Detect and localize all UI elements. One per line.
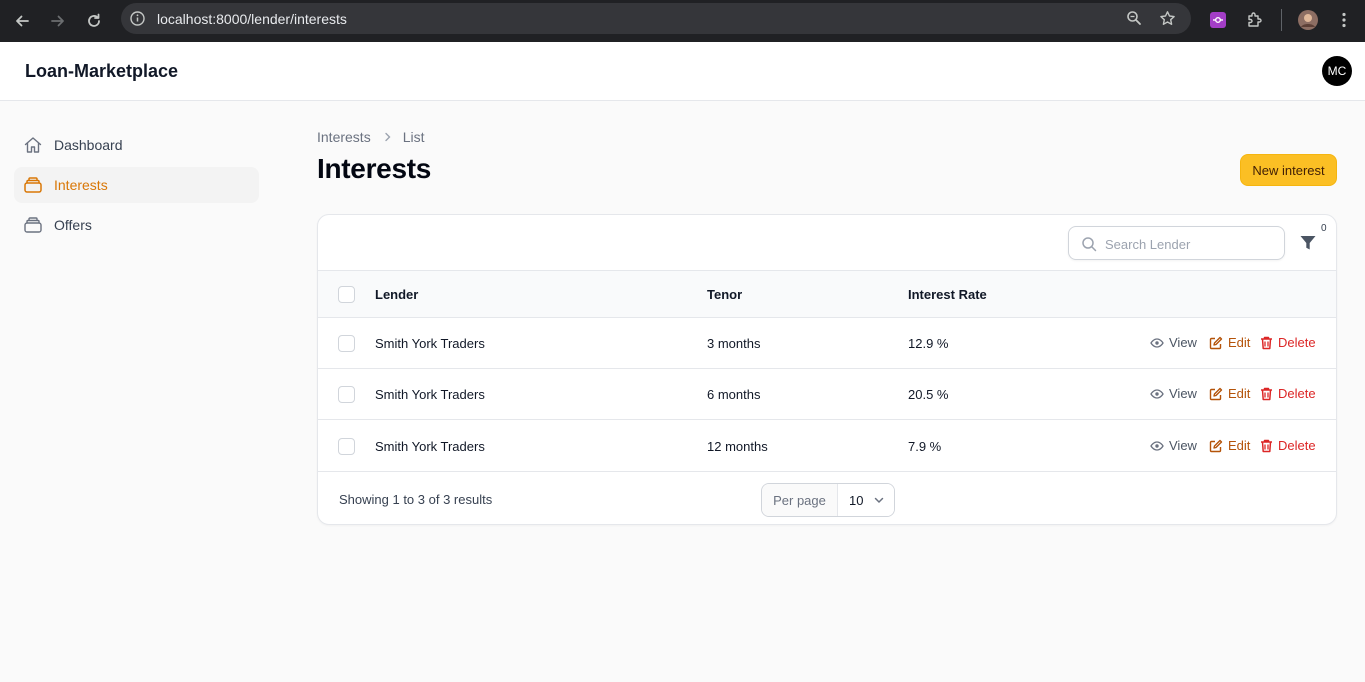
trash-icon	[1260, 439, 1273, 453]
rate-cell: 20.5 %	[908, 387, 949, 402]
eye-icon	[1150, 387, 1164, 401]
edit-label: Edit	[1228, 438, 1251, 453]
sidebar-item-label: Interests	[54, 177, 108, 193]
user-avatar[interactable]: MC	[1322, 56, 1352, 86]
table-row: Smith York Traders 12 months 7.9 % View …	[318, 420, 1336, 472]
interests-table-card: 0 Lender Tenor Interest Rate Smith York …	[317, 214, 1337, 525]
table-row: Smith York Traders 3 months 12.9 % View …	[318, 318, 1336, 369]
sidebar-item-dashboard[interactable]: Dashboard	[14, 127, 259, 163]
toolbar-divider	[1281, 9, 1282, 31]
breadcrumb: Interests List	[317, 129, 425, 145]
forward-icon[interactable]	[46, 9, 70, 33]
extensions-puzzle-icon[interactable]	[1244, 9, 1266, 31]
site-info-icon[interactable]	[129, 10, 146, 32]
rate-cell: 7.9 %	[908, 439, 942, 454]
column-header-interest-rate[interactable]: Interest Rate	[908, 287, 987, 302]
browser-menu-icon[interactable]	[1333, 9, 1355, 31]
view-button[interactable]: View	[1150, 386, 1197, 401]
delete-button[interactable]: Delete	[1260, 438, 1316, 453]
view-label: View	[1169, 335, 1197, 350]
per-page-select[interactable]: Per page 10	[761, 483, 895, 517]
view-label: View	[1169, 438, 1197, 453]
table-row: Smith York Traders 6 months 20.5 % View …	[318, 369, 1336, 420]
search-input[interactable]	[1105, 234, 1275, 254]
row-checkbox[interactable]	[338, 386, 355, 403]
row-checkbox[interactable]	[338, 335, 355, 352]
zoom-icon[interactable]	[1126, 10, 1142, 31]
delete-label: Delete	[1278, 386, 1316, 401]
brand-logo[interactable]: Loan-Marketplace	[25, 61, 178, 82]
view-button[interactable]: View	[1150, 438, 1197, 453]
column-header-lender[interactable]: Lender	[375, 287, 418, 302]
edit-icon	[1209, 336, 1223, 350]
sidebar-item-label: Offers	[54, 217, 92, 233]
view-button[interactable]: View	[1150, 335, 1197, 350]
delete-label: Delete	[1278, 438, 1316, 453]
tenor-cell: 6 months	[707, 387, 761, 402]
page-title: Interests	[317, 153, 432, 184]
filter-count-badge: 0	[1321, 223, 1327, 234]
lender-cell: Smith York Traders	[375, 439, 485, 454]
chevron-right-icon	[383, 132, 393, 142]
table-header: Lender Tenor Interest Rate	[318, 270, 1336, 318]
url-text: localhost:8000/lender/interests	[157, 11, 347, 27]
search-box	[1068, 226, 1285, 260]
address-bar[interactable]: localhost:8000/lender/interests	[121, 3, 1191, 34]
edit-label: Edit	[1228, 335, 1251, 350]
sidebar-item-label: Dashboard	[54, 137, 123, 153]
stack-icon	[23, 215, 43, 235]
browser-toolbar: localhost:8000/lender/interests	[0, 0, 1365, 42]
eye-icon	[1150, 439, 1164, 453]
sidebar-item-offers[interactable]: Offers	[14, 207, 259, 243]
per-page-dropdown[interactable]: 10	[838, 484, 894, 516]
trash-icon	[1260, 387, 1273, 401]
breadcrumb-current: List	[402, 129, 425, 145]
chevron-down-icon	[873, 494, 885, 506]
sidebar-item-interests[interactable]: Interests	[14, 167, 259, 203]
edit-icon	[1209, 387, 1223, 401]
search-icon	[1081, 236, 1097, 257]
breadcrumb-link-interests[interactable]: Interests	[317, 129, 371, 145]
delete-button[interactable]: Delete	[1260, 386, 1316, 401]
profile-avatar-icon[interactable]	[1297, 9, 1319, 31]
tenor-cell: 12 months	[707, 439, 768, 454]
edit-button[interactable]: Edit	[1209, 438, 1250, 453]
per-page-label: Per page	[762, 484, 838, 516]
eye-icon	[1150, 336, 1164, 350]
row-checkbox[interactable]	[338, 438, 355, 455]
tenor-cell: 3 months	[707, 336, 761, 351]
column-header-tenor[interactable]: Tenor	[707, 287, 742, 302]
trash-icon	[1260, 336, 1273, 350]
edit-label: Edit	[1228, 386, 1251, 401]
bookmark-star-icon[interactable]	[1159, 10, 1176, 32]
view-label: View	[1169, 386, 1197, 401]
reload-icon[interactable]	[82, 9, 106, 33]
delete-button[interactable]: Delete	[1260, 335, 1316, 350]
stack-icon	[23, 175, 43, 195]
home-icon	[23, 135, 43, 155]
edit-button[interactable]: Edit	[1209, 335, 1250, 350]
new-interest-button[interactable]: New interest	[1240, 154, 1337, 186]
lender-cell: Smith York Traders	[375, 336, 485, 351]
app-header: Loan-Marketplace MC	[0, 42, 1365, 101]
select-all-checkbox[interactable]	[338, 286, 355, 303]
extension-app-icon[interactable]	[1207, 9, 1229, 31]
filter-icon[interactable]	[1299, 234, 1319, 254]
lender-cell: Smith York Traders	[375, 387, 485, 402]
edit-button[interactable]: Edit	[1209, 386, 1250, 401]
delete-label: Delete	[1278, 335, 1316, 350]
per-page-value: 10	[849, 492, 864, 508]
back-icon[interactable]	[10, 9, 34, 33]
pagination-summary: Showing 1 to 3 of 3 results	[339, 492, 493, 507]
edit-icon	[1209, 439, 1223, 453]
rate-cell: 12.9 %	[908, 336, 949, 351]
